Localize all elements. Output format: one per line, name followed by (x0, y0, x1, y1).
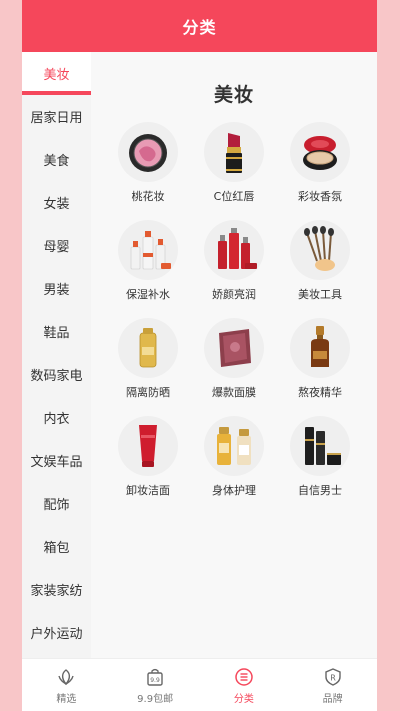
sunscreen-icon (118, 318, 178, 378)
subcategory-label: 爆款面膜 (212, 386, 256, 399)
subcategory-item[interactable]: 熬夜精华 (277, 316, 363, 414)
subcategory-item[interactable]: 卸妆洁面 (105, 414, 191, 512)
blush-compact-icon (118, 122, 178, 182)
svg-text:9.9: 9.9 (150, 677, 160, 684)
subcategory-label: 保湿补水 (126, 288, 170, 301)
sidebar-item-food[interactable]: 美食 (22, 138, 91, 181)
category-sidebar: 美妆 居家日用 美食 女装 母婴 男装 鞋品 数码家电 内衣 文娱车品 配饰 箱… (22, 52, 91, 658)
sidebar-item-bags[interactable]: 箱包 (22, 525, 91, 568)
category-list-icon (233, 666, 255, 688)
subcategory-label: C位红唇 (213, 190, 255, 203)
tab-label: 9.9包邮 (137, 693, 174, 705)
sidebar-item-makeup[interactable]: 美妆 (22, 52, 91, 95)
sidebar-item-womenswear[interactable]: 女装 (22, 181, 91, 224)
bag-9-9-icon: 9.9 (144, 666, 166, 688)
subcategory-label: 熬夜精华 (298, 386, 342, 399)
subcategory-label: 娇颜亮润 (212, 288, 256, 301)
category-content: 美妆 桃花妆 C位红唇 彩妆香氛 保湿补水 娇颜亮润 美妆工具 隔离防晒 爆款面… (91, 52, 377, 658)
subcategory-item[interactable]: 娇颜亮润 (191, 218, 277, 316)
face-mask-icon (204, 318, 264, 378)
sidebar-item-mother-baby[interactable]: 母婴 (22, 224, 91, 267)
sidebar-item-accessories[interactable]: 配饰 (22, 482, 91, 525)
sidebar-item-outdoor[interactable]: 户外运动 (22, 611, 91, 654)
tab-label: 精选 (56, 693, 77, 705)
app-header: 分类 (22, 0, 377, 52)
subcategory-label: 美妆工具 (298, 288, 342, 301)
sidebar-item-menswear[interactable]: 男装 (22, 267, 91, 310)
cleanser-tube-icon (118, 416, 178, 476)
sidebar-item-underwear[interactable]: 内衣 (22, 396, 91, 439)
lipstick-icon (204, 122, 264, 182)
subcategory-label: 身体护理 (212, 484, 256, 497)
subcategory-item[interactable]: 美妆工具 (277, 218, 363, 316)
page-title: 分类 (182, 18, 217, 37)
tab-brand[interactable]: R 品牌 (288, 659, 377, 711)
sidebar-item-digital[interactable]: 数码家电 (22, 353, 91, 396)
bottom-tab-bar: 精选 9.9 9.9包邮 分类 R 品牌 (22, 658, 377, 711)
body-care-bottles-icon (204, 416, 264, 476)
subcategory-item[interactable]: C位红唇 (191, 120, 277, 218)
sidebar-item-entertainment-car[interactable]: 文娱车品 (22, 439, 91, 482)
mens-care-icon (290, 416, 350, 476)
subcategory-item[interactable]: 彩妆香氛 (277, 120, 363, 218)
tab-featured[interactable]: 精选 (22, 659, 111, 711)
app-screen: 分类 美妆 居家日用 美食 女装 母婴 男装 鞋品 数码家电 内衣 文娱车品 配… (22, 0, 377, 711)
sidebar-item-home-textile[interactable]: 家装家纺 (22, 568, 91, 611)
subcategory-item[interactable]: 桃花妆 (105, 120, 191, 218)
serum-bottle-icon (290, 318, 350, 378)
tab-label: 分类 (233, 693, 254, 705)
subcategory-label: 彩妆香氛 (298, 190, 342, 203)
subcategory-item[interactable]: 隔离防晒 (105, 316, 191, 414)
brand-shield-icon: R (322, 666, 344, 688)
subcategory-item[interactable]: 自信男士 (277, 414, 363, 512)
subcategory-grid: 桃花妆 C位红唇 彩妆香氛 保湿补水 娇颜亮润 美妆工具 隔离防晒 爆款面膜 熬… (91, 120, 377, 512)
subcategory-label: 卸妆洁面 (126, 484, 170, 497)
sidebar-item-shoes[interactable]: 鞋品 (22, 310, 91, 353)
tab-category[interactable]: 分类 (200, 659, 289, 711)
svg-text:R: R (330, 673, 336, 682)
subcategory-label: 桃花妆 (131, 190, 165, 203)
tab-9-9-free-shipping[interactable]: 9.9 9.9包邮 (111, 659, 200, 711)
leaf-icon (55, 666, 77, 688)
skincare-bottles-icon (118, 220, 178, 280)
sidebar-item-home-daily[interactable]: 居家日用 (22, 95, 91, 138)
subcategory-label: 隔离防晒 (126, 386, 170, 399)
cushion-compact-icon (290, 122, 350, 182)
subcategory-item[interactable]: 爆款面膜 (191, 316, 277, 414)
section-title: 美妆 (213, 84, 254, 106)
subcategory-label: 自信男士 (298, 484, 342, 497)
subcategory-item[interactable]: 身体护理 (191, 414, 277, 512)
makeup-brushes-icon (290, 220, 350, 280)
tab-label: 品牌 (322, 693, 343, 705)
subcategory-item[interactable]: 保湿补水 (105, 218, 191, 316)
red-bottles-icon (204, 220, 264, 280)
